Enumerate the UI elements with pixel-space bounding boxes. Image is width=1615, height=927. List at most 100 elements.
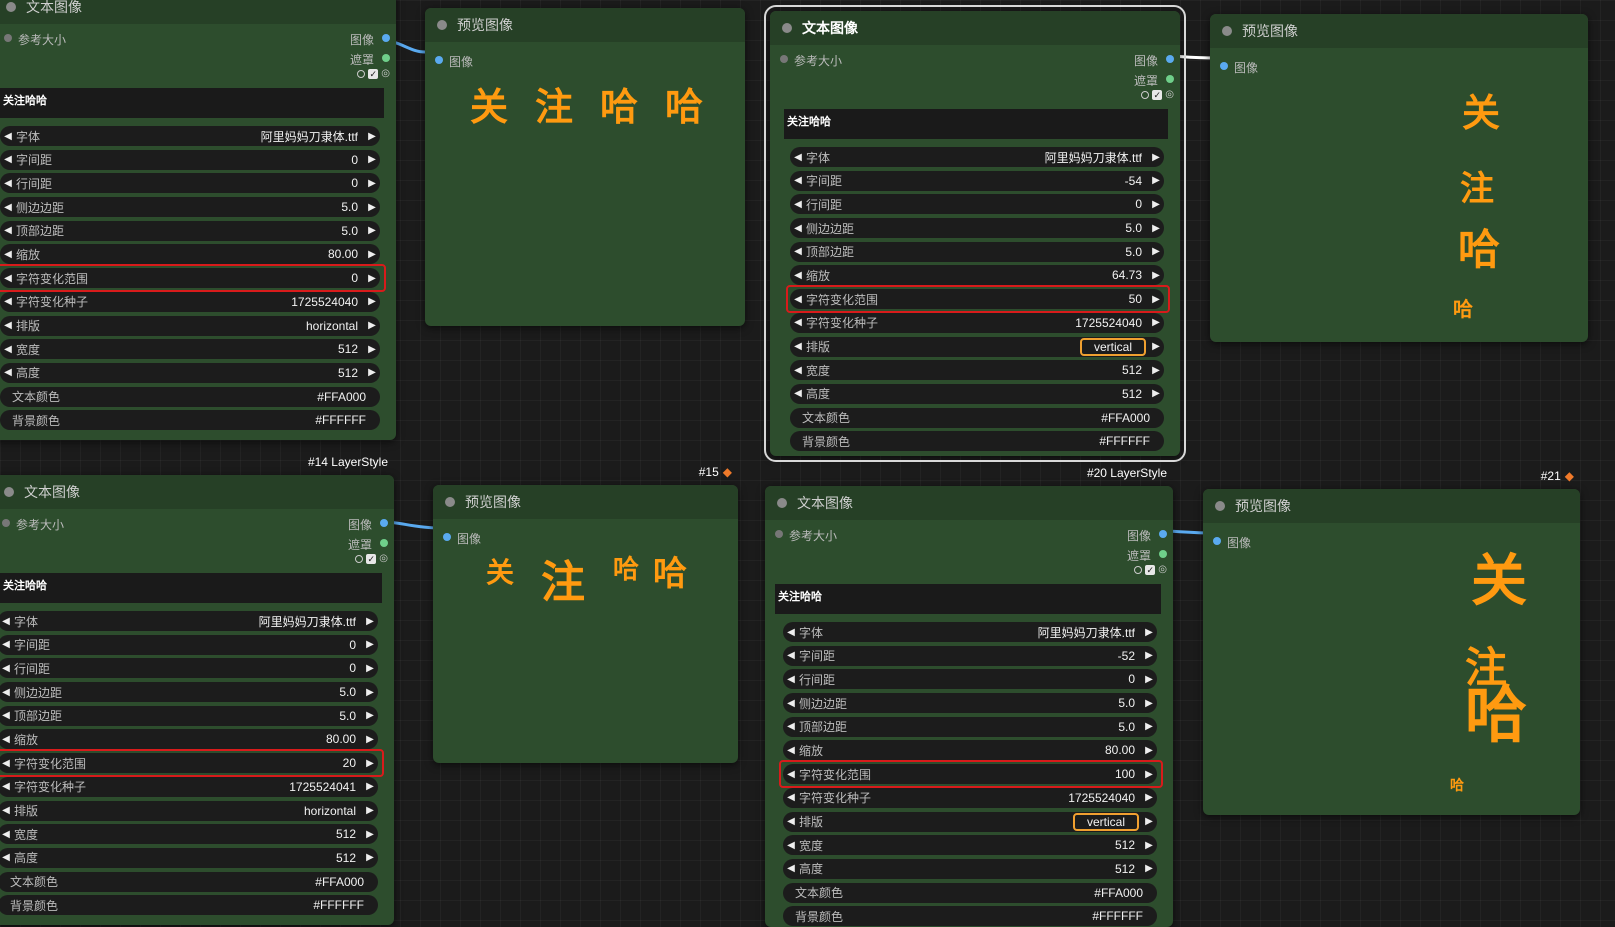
- output-mask-dot-icon[interactable]: [382, 54, 390, 62]
- increment-arrow-icon[interactable]: ▶: [1148, 317, 1164, 328]
- increment-arrow-icon[interactable]: ▶: [364, 273, 380, 284]
- widget-text-color[interactable]: 文本颜色 #FFA000: [790, 407, 1164, 428]
- output-mask-dot-icon[interactable]: [380, 539, 388, 547]
- preview-image-node-4[interactable]: #21 ◆ 预览图像 图像 关 注 哈 哈: [1203, 469, 1580, 815]
- widget-layout[interactable]: ◀ 排版 horizontal ▶: [0, 315, 380, 336]
- widget-side-margin[interactable]: ◀ 侧边边距 5.0 ▶: [0, 197, 380, 218]
- decrement-arrow-icon[interactable]: ◀: [0, 320, 16, 331]
- node-header[interactable]: 文本图像: [770, 11, 1180, 45]
- widget-line-spacing[interactable]: ◀ 行间距 0 ▶: [0, 658, 378, 679]
- increment-arrow-icon[interactable]: ▶: [362, 687, 378, 698]
- widget-text-color[interactable]: 文本颜色 #FFA000: [783, 882, 1157, 903]
- circle-toggle-icon[interactable]: [357, 69, 366, 78]
- preview-image-node-3[interactable]: #15 ◆ 预览图像 图像 关 注 哈 哈: [433, 465, 738, 763]
- preview-toggle-icon[interactable]: ◎: [1158, 564, 1167, 575]
- widget-font[interactable]: ◀ 字体 阿里妈妈刀隶体.ttf ▶: [0, 126, 380, 146]
- decrement-arrow-icon[interactable]: ◀: [783, 650, 799, 661]
- widget-char-variation-range[interactable]: ◀ 字符变化范围 20 ▶: [0, 749, 384, 778]
- collapse-dot-icon[interactable]: [6, 2, 16, 12]
- circle-toggle-icon[interactable]: [1134, 565, 1143, 574]
- increment-arrow-icon[interactable]: ▶: [362, 852, 378, 863]
- text-image-node-4[interactable]: #20 LayerStyle 文本图像 参考大小 图像 遮罩 ✓ ◎ 关注哈哈 …: [765, 466, 1173, 927]
- text-image-node-2[interactable]: 文本图像 参考大小 图像 遮罩 ✓ ◎ 关注哈哈 ◀ 字体 阿里妈妈刀隶体.ttf ▶…: [764, 5, 1186, 462]
- widget-height[interactable]: ◀ 高度 512 ▶: [0, 362, 380, 383]
- widget-letter-spacing[interactable]: ◀ 字间距 0 ▶: [0, 149, 380, 170]
- decrement-arrow-icon[interactable]: ◀: [783, 769, 799, 780]
- widget-char-variation-range[interactable]: ◀ 字符变化范围 0 ▶: [0, 264, 386, 293]
- increment-arrow-icon[interactable]: ▶: [362, 758, 378, 769]
- decrement-arrow-icon[interactable]: ◀: [0, 273, 16, 284]
- increment-arrow-icon[interactable]: ▶: [364, 131, 380, 142]
- increment-arrow-icon[interactable]: ▶: [1141, 769, 1157, 780]
- decrement-arrow-icon[interactable]: ◀: [783, 816, 799, 827]
- increment-arrow-icon[interactable]: ▶: [1148, 270, 1164, 281]
- widget-text-color[interactable]: 文本颜色 #FFA000: [0, 871, 378, 892]
- collapse-dot-icon[interactable]: [777, 498, 787, 508]
- circle-toggle-icon[interactable]: [355, 554, 364, 563]
- preview-toggle-icon[interactable]: ◎: [1165, 89, 1174, 100]
- increment-arrow-icon[interactable]: ▶: [362, 829, 378, 840]
- decrement-arrow-icon[interactable]: ◀: [0, 781, 14, 792]
- widget-scale[interactable]: ◀ 缩放 80.00 ▶: [783, 740, 1157, 761]
- text-image-node-1[interactable]: 文本图像 参考大小 图像 遮罩 ✓ ◎ 关注哈哈 ◀ 字体 阿里妈妈刀隶体.ttf ▶…: [0, 0, 396, 440]
- input-image-dot-icon[interactable]: [1213, 537, 1221, 545]
- decrement-arrow-icon[interactable]: ◀: [790, 246, 806, 257]
- output-image-dot-icon[interactable]: [1159, 530, 1167, 538]
- decrement-arrow-icon[interactable]: ◀: [783, 863, 799, 874]
- node-header[interactable]: 预览图像: [1203, 489, 1580, 523]
- widget-height[interactable]: ◀ 高度 512 ▶: [783, 858, 1157, 879]
- increment-arrow-icon[interactable]: ▶: [364, 249, 380, 260]
- decrement-arrow-icon[interactable]: ◀: [0, 639, 14, 650]
- decrement-arrow-icon[interactable]: ◀: [0, 367, 16, 378]
- input-image-dot-icon[interactable]: [1220, 62, 1228, 70]
- input-dot-icon[interactable]: [2, 519, 10, 527]
- decrement-arrow-icon[interactable]: ◀: [783, 674, 799, 685]
- decrement-arrow-icon[interactable]: ◀: [0, 663, 14, 674]
- decrement-arrow-icon[interactable]: ◀: [783, 840, 799, 851]
- increment-arrow-icon[interactable]: ▶: [362, 616, 378, 627]
- decrement-arrow-icon[interactable]: ◀: [790, 199, 806, 210]
- text-input[interactable]: 关注哈哈: [0, 88, 384, 118]
- widget-width[interactable]: ◀ 宽度 512 ▶: [783, 835, 1157, 856]
- widget-line-spacing[interactable]: ◀ 行间距 0 ▶: [790, 194, 1164, 215]
- decrement-arrow-icon[interactable]: ◀: [790, 270, 806, 281]
- output-mask-dot-icon[interactable]: [1166, 75, 1174, 83]
- input-dot-icon[interactable]: [4, 34, 12, 42]
- increment-arrow-icon[interactable]: ▶: [362, 710, 378, 721]
- decrement-arrow-icon[interactable]: ◀: [783, 745, 799, 756]
- widget-layout[interactable]: ◀ 排版 horizontal ▶: [0, 800, 378, 821]
- decrement-arrow-icon[interactable]: ◀: [790, 223, 806, 234]
- node-header[interactable]: 预览图像: [1210, 14, 1588, 48]
- widget-height[interactable]: ◀ 高度 512 ▶: [790, 383, 1164, 404]
- widget-char-variation-range[interactable]: ◀ 字符变化范围 50 ▶: [786, 285, 1170, 314]
- widget-scale[interactable]: ◀ 缩放 80.00 ▶: [0, 729, 378, 750]
- widget-top-margin[interactable]: ◀ 顶部边距 5.0 ▶: [790, 241, 1164, 262]
- increment-arrow-icon[interactable]: ▶: [362, 781, 378, 792]
- decrement-arrow-icon[interactable]: ◀: [783, 792, 799, 803]
- widget-width[interactable]: ◀ 宽度 512 ▶: [0, 339, 380, 360]
- widget-char-variation-range[interactable]: ◀ 字符变化范围 100 ▶: [779, 760, 1163, 789]
- decrement-arrow-icon[interactable]: ◀: [0, 829, 14, 840]
- decrement-arrow-icon[interactable]: ◀: [0, 178, 16, 189]
- node-header[interactable]: 预览图像: [425, 8, 745, 42]
- widget-line-spacing[interactable]: ◀ 行间距 0 ▶: [783, 669, 1157, 690]
- widget-font[interactable]: ◀ 字体 阿里妈妈刀隶体.ttf ▶: [0, 611, 378, 631]
- decrement-arrow-icon[interactable]: ◀: [0, 710, 14, 721]
- widget-bg-color[interactable]: 背景颜色 #FFFFFF: [783, 906, 1157, 927]
- decrement-arrow-icon[interactable]: ◀: [0, 296, 16, 307]
- increment-arrow-icon[interactable]: ▶: [1141, 721, 1157, 732]
- decrement-arrow-icon[interactable]: ◀: [0, 249, 16, 260]
- widget-width[interactable]: ◀ 宽度 512 ▶: [0, 824, 378, 845]
- checkbox-icon[interactable]: ✓: [366, 553, 377, 564]
- increment-arrow-icon[interactable]: ▶: [364, 296, 380, 307]
- collapse-dot-icon[interactable]: [437, 20, 447, 30]
- decrement-arrow-icon[interactable]: ◀: [0, 734, 14, 745]
- increment-arrow-icon[interactable]: ▶: [1148, 175, 1164, 186]
- increment-arrow-icon[interactable]: ▶: [1148, 246, 1164, 257]
- increment-arrow-icon[interactable]: ▶: [1148, 294, 1164, 305]
- widget-side-margin[interactable]: ◀ 侧边边距 5.0 ▶: [790, 218, 1164, 239]
- decrement-arrow-icon[interactable]: ◀: [0, 852, 14, 863]
- decrement-arrow-icon[interactable]: ◀: [783, 721, 799, 732]
- widget-layout[interactable]: ◀ 排版 vertical ▶: [790, 336, 1164, 357]
- decrement-arrow-icon[interactable]: ◀: [0, 616, 14, 627]
